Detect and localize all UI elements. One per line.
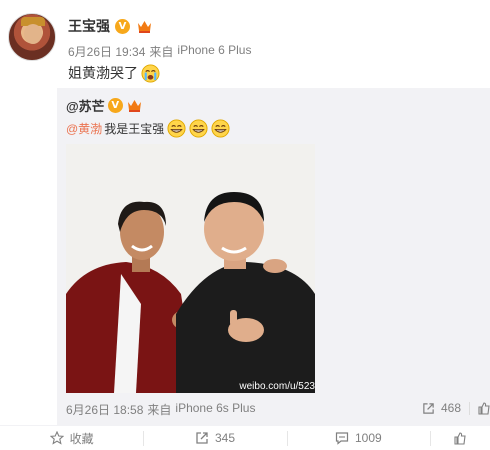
post-source[interactable]: iPhone 6 Plus: [177, 43, 251, 60]
repost-like-button[interactable]: [469, 401, 490, 415]
verified-v-icon[interactable]: V: [115, 18, 130, 34]
like-thumb-icon: [478, 401, 490, 415]
verified-v-icon[interactable]: V: [107, 98, 123, 113]
post-meta: 6月26日 19:34 来自 iPhone 6 Plus: [68, 43, 251, 60]
post-photo[interactable]: weibo.com/u/523: [66, 144, 315, 393]
avatar-face: [24, 24, 42, 44]
post-date[interactable]: 6月26日 19:34: [68, 43, 145, 60]
grin-emoji-icon: [188, 118, 208, 138]
repost-text-content: 我是王宝强: [104, 121, 165, 136]
repost-author-line: @苏芒 V: [66, 96, 144, 115]
mention-link[interactable]: @黄渤: [66, 120, 102, 137]
avatar[interactable]: [8, 13, 56, 61]
vip-member-icon[interactable]: [126, 98, 144, 114]
repost-source-prefix: 来自: [147, 403, 172, 417]
repost-source[interactable]: iPhone 6s Plus: [175, 401, 255, 418]
repost-icon: [196, 432, 208, 444]
grin-emoji-icon: [166, 118, 186, 138]
comment-button[interactable]: 1009: [286, 426, 430, 450]
repost-repost-button[interactable]: 468: [409, 401, 461, 415]
action-bar: 收藏 345 1009: [0, 425, 490, 450]
grin-emoji-icon: [210, 118, 230, 138]
post-author: 王宝强 V: [68, 17, 153, 35]
author-name[interactable]: 王宝强: [68, 16, 110, 36]
favorite-label: 收藏: [69, 431, 94, 446]
repost-repost-count: 468: [440, 401, 461, 415]
like-button[interactable]: [429, 426, 490, 450]
comment-icon: [335, 432, 349, 445]
comment-count: 1009: [354, 431, 382, 445]
repost-actions: 468: [409, 401, 490, 415]
favorite-star-icon: [49, 431, 64, 445]
post-text: 姐黄渤哭了: [68, 63, 160, 83]
post-source-prefix: 来自: [149, 45, 174, 59]
repost-icon: [423, 402, 434, 414]
crying-emoji-icon: [140, 63, 160, 83]
repost-box: @苏芒 V @黄渤 我是王宝强 weibo.com/u/523 6月26日 18…: [57, 88, 490, 425]
repost-author-name[interactable]: @苏芒: [66, 96, 105, 115]
like-thumb-icon: [454, 431, 466, 445]
photo-watermark: weibo.com/u/523: [239, 381, 315, 392]
repost-text: @黄渤 我是王宝强: [66, 118, 230, 138]
repost-date[interactable]: 6月26日 18:58: [66, 401, 143, 418]
post-text-content: 姐黄渤哭了: [68, 65, 138, 81]
vip-member-icon[interactable]: [135, 18, 153, 34]
favorite-button[interactable]: 收藏: [0, 426, 143, 450]
repost-button[interactable]: 345: [143, 426, 286, 450]
repost-count: 345: [214, 431, 235, 445]
repost-meta: 6月26日 18:58 来自 iPhone 6s Plus: [66, 401, 255, 418]
